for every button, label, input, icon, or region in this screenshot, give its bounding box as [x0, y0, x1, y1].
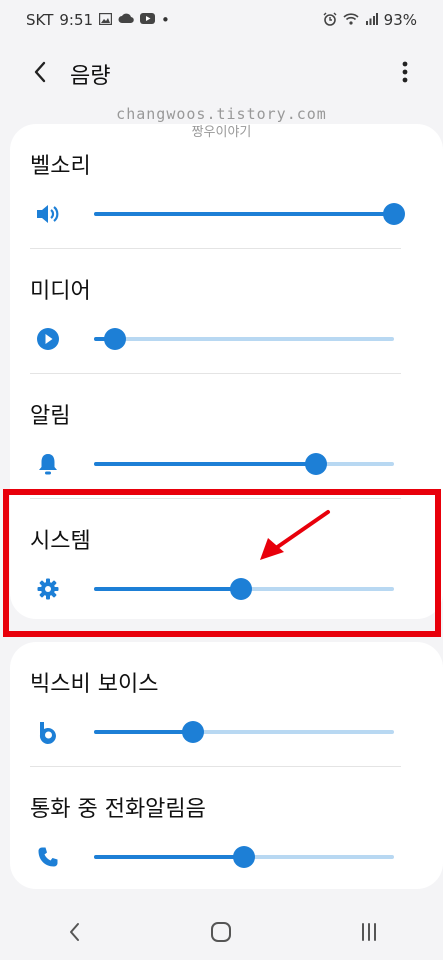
volume-slider[interactable] — [94, 328, 394, 350]
slider-fill — [94, 587, 241, 591]
slider-thumb[interactable] — [383, 203, 405, 225]
more-vert-icon — [402, 61, 408, 83]
nav-back-button[interactable] — [50, 908, 98, 956]
wifi-icon — [343, 12, 359, 28]
volume-row-ringtone: 벨소리 — [10, 124, 443, 249]
cloud-icon — [118, 13, 134, 27]
watermark-name: 짱우이야기 — [191, 125, 252, 140]
volume-card-main: 벨소리 미디어 알림 시스템 — [10, 124, 443, 619]
slider-thumb[interactable] — [233, 846, 255, 868]
volume-row-notification: 알림 — [10, 374, 443, 499]
slider-thumb[interactable] — [305, 453, 327, 475]
arrow-icon — [260, 510, 330, 560]
speaker-icon[interactable] — [34, 200, 62, 228]
phone-icon[interactable] — [34, 843, 62, 871]
slider-thumb[interactable] — [104, 328, 126, 350]
slider-fill — [94, 730, 193, 734]
nav-back-icon — [69, 923, 79, 941]
row-label: 통화 중 전화알림음 — [30, 797, 206, 822]
volume-slider[interactable] — [94, 846, 394, 868]
volume-slider[interactable] — [94, 721, 394, 743]
page-title: 음량 — [70, 64, 111, 89]
bell-icon[interactable] — [34, 450, 62, 478]
youtube-icon — [140, 13, 156, 27]
status-bar: SKT 9:51 • 93% — [0, 0, 443, 40]
volume-row-bixby: 빅스비 보이스 — [10, 642, 443, 767]
volume-slider[interactable] — [94, 203, 405, 225]
status-dot: • — [161, 11, 170, 29]
volume-slider[interactable] — [94, 453, 394, 475]
slider-thumb[interactable] — [230, 578, 252, 600]
time-text: 9:51 — [59, 11, 94, 29]
bixby-icon[interactable] — [34, 718, 62, 746]
volume-row-call-alert: 통화 중 전화알림음 — [10, 767, 443, 892]
play-icon[interactable] — [34, 325, 62, 353]
back-button[interactable] — [24, 56, 56, 88]
row-label: 빅스비 보이스 — [30, 672, 159, 697]
row-label: 시스템 — [30, 529, 91, 554]
volume-slider[interactable] — [94, 578, 394, 600]
row-label: 미디어 — [30, 279, 91, 304]
alarm-icon — [323, 12, 337, 29]
slider-thumb[interactable] — [182, 721, 204, 743]
home-icon — [211, 922, 232, 942]
signal-icon — [365, 12, 378, 28]
navigation-bar — [0, 904, 443, 960]
app-header: 음량 — [0, 48, 443, 96]
volume-card-voice: 빅스비 보이스 통화 중 전화알림음 — [10, 642, 443, 889]
image-icon — [98, 12, 113, 28]
recents-icon — [362, 923, 377, 941]
nav-recents-button[interactable] — [345, 908, 393, 956]
more-options-button[interactable] — [389, 56, 421, 88]
slider-fill — [94, 212, 394, 216]
carrier-text: SKT — [26, 11, 54, 29]
chevron-left-icon — [34, 61, 46, 83]
volume-row-system: 시스템 — [10, 499, 443, 624]
nav-home-button[interactable] — [197, 908, 245, 956]
battery-text: 93% — [383, 11, 417, 29]
status-left: SKT 9:51 • — [26, 11, 170, 29]
gear-icon[interactable] — [34, 575, 62, 603]
volume-row-media: 미디어 — [10, 249, 443, 374]
status-right: 93% — [323, 11, 417, 29]
slider-fill — [94, 855, 244, 859]
row-label: 알림 — [30, 404, 71, 429]
slider-fill — [94, 462, 316, 466]
row-label: 벨소리 — [30, 154, 91, 179]
